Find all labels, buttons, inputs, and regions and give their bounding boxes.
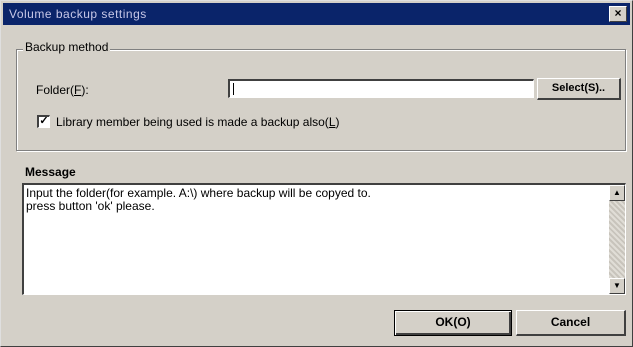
backup-method-group	[16, 49, 626, 151]
scroll-down-icon[interactable]: ▼	[609, 278, 625, 294]
backup-method-legend: Backup method	[23, 40, 111, 54]
folder-input[interactable]	[228, 79, 534, 98]
ok-button[interactable]: OK(O)	[394, 310, 512, 336]
backup-library-checkbox[interactable]: ✓	[37, 115, 50, 128]
title-bar[interactable]: Volume backup settings ×	[3, 3, 630, 25]
close-icon[interactable]: ×	[609, 6, 627, 22]
backup-library-checkbox-label: Library member being used is made a back…	[56, 115, 340, 129]
folder-label: Folder(F):	[36, 83, 89, 97]
text-caret	[233, 83, 234, 95]
message-box[interactable]: Input the folder(for example. A:\) where…	[22, 183, 626, 295]
window-title: Volume backup settings	[9, 7, 147, 21]
select-button[interactable]: Select(S)..	[537, 78, 621, 100]
message-text: Input the folder(for example. A:\) where…	[26, 186, 371, 213]
scroll-up-icon[interactable]: ▲	[609, 185, 625, 201]
cancel-button[interactable]: Cancel	[516, 310, 626, 336]
message-label: Message	[25, 165, 76, 179]
message-scrollbar[interactable]: ▲ ▼	[609, 185, 625, 294]
